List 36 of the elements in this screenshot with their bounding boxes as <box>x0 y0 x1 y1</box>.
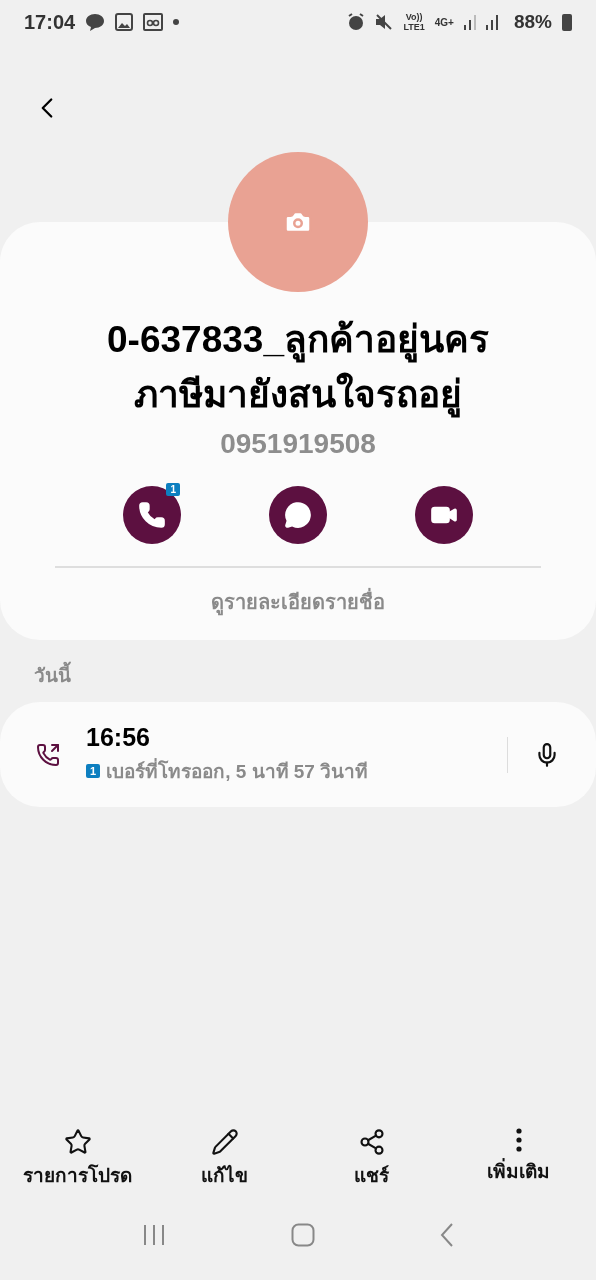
recent-apps-button[interactable] <box>142 1224 167 1246</box>
alarm-icon <box>347 13 366 31</box>
dot-icon <box>173 19 180 25</box>
call-detail: เบอร์ที่โทรออก, 5 นาที 57 วินาที <box>106 756 369 786</box>
voicemail-icon <box>143 13 164 31</box>
call-button[interactable]: 1 <box>123 486 181 544</box>
outgoing-call-icon <box>36 742 60 767</box>
battery-icon <box>562 13 572 31</box>
call-time: 16:56 <box>86 723 151 752</box>
more-button[interactable]: เพิ่มเติม <box>458 1128 579 1190</box>
mute-icon <box>375 13 394 31</box>
count-badge: 1 <box>166 483 180 496</box>
status-time: 17:04 <box>24 10 76 34</box>
phone-number: 0951919508 <box>220 428 376 460</box>
message-button[interactable] <box>269 486 327 544</box>
contact-name: 0-637833_ลูกค้าอยู่นคร <box>107 312 489 367</box>
image-icon <box>115 13 134 31</box>
star-icon <box>63 1128 92 1156</box>
home-button[interactable] <box>291 1223 315 1247</box>
share-button[interactable]: แชร์ <box>311 1128 432 1190</box>
more-icon <box>515 1128 522 1152</box>
volte-indicator: Vo)) LTE1 <box>403 12 425 32</box>
pencil-icon <box>210 1128 239 1156</box>
chat-bubble-icon <box>284 501 312 529</box>
sim-badge: 1 <box>86 764 101 778</box>
phone-icon <box>138 501 166 529</box>
back-nav-button[interactable] <box>439 1223 454 1247</box>
video-call-button[interactable] <box>415 486 473 544</box>
contact-name: ภาษีมายังสนใจรถอยู่ <box>134 367 462 422</box>
call-log-card[interactable]: 16:56 1 เบอร์ที่โทรออก, 5 นาที 57 วินาที <box>0 702 596 807</box>
battery-percent: 88% <box>513 11 552 33</box>
chat-bubble-icon <box>85 12 106 32</box>
edit-button[interactable]: แก้ไข <box>164 1128 285 1190</box>
network-indicator: 4G+ <box>434 16 454 28</box>
section-heading: วันนี้ <box>34 660 596 690</box>
favorites-button[interactable]: รายการโปรด <box>17 1128 138 1190</box>
